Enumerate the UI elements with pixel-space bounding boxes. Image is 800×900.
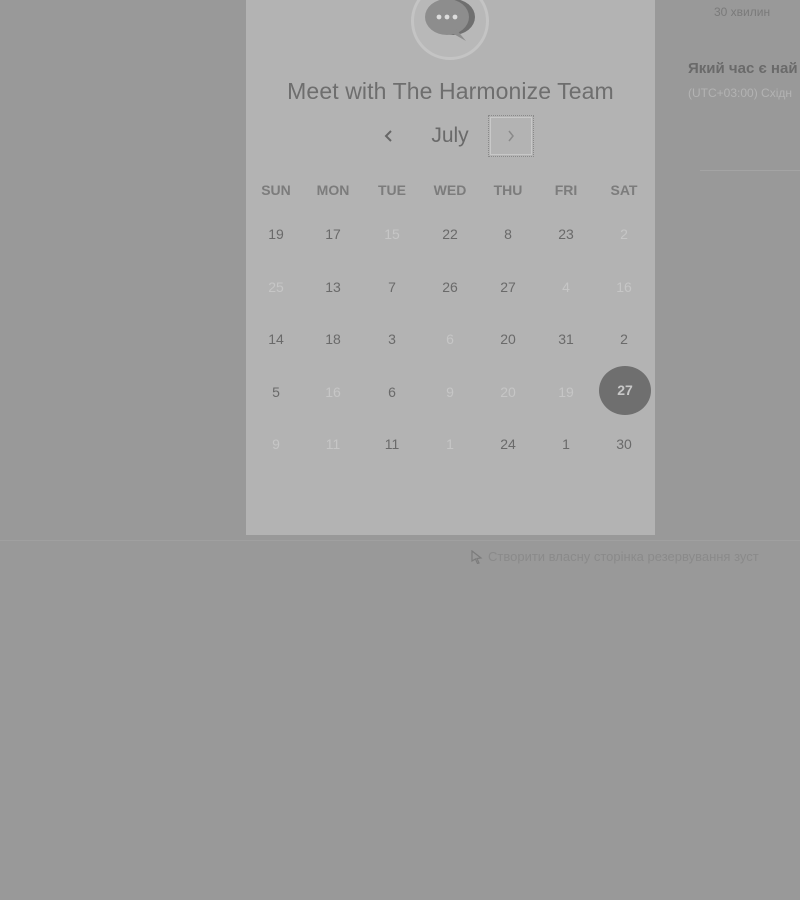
calendar-day[interactable]: 3 — [367, 317, 417, 369]
calendar-day: 25 — [268, 278, 284, 295]
chevron-left-icon — [384, 130, 392, 142]
calendar-day[interactable]: 20 — [483, 317, 533, 369]
calendar-day[interactable]: 11 — [367, 422, 417, 474]
calendar-day[interactable]: 23 — [541, 212, 591, 264]
calendar-day[interactable]: 6 — [367, 370, 417, 422]
calendar-day[interactable]: 27 — [483, 265, 533, 317]
sidebar-divider — [700, 170, 800, 171]
calendar-day: 9 — [272, 436, 280, 452]
weekday-label: THU — [493, 182, 523, 198]
calendar-day: 1 — [446, 436, 454, 452]
calendar-weeks: 19 17 15 22 8 23 2 25 13 7 26 27 4 16 14 18 3 6 20 31 2 5 16 6 9… — [246, 212, 655, 475]
calendar-day[interactable]: 5 — [251, 370, 301, 422]
calendar-week: 9 11 11 1 24 1 30 — [246, 422, 655, 475]
booking-title: Meet with The Harmonize Team — [287, 78, 614, 104]
calendar-day[interactable]: 17 — [308, 212, 358, 264]
month-navigation: July — [246, 115, 655, 159]
weekday-label: SUN — [261, 182, 291, 198]
weekday-label: SAT — [610, 182, 638, 198]
calendar-day: 16 — [616, 278, 632, 295]
calendar-day[interactable]: 8 — [483, 212, 533, 264]
calendar-day: 15 — [384, 226, 400, 242]
pointer-icon — [471, 549, 483, 564]
next-month-button[interactable] — [488, 115, 534, 157]
previous-month-button[interactable] — [376, 123, 402, 149]
calendar-day[interactable]: 19 — [251, 212, 301, 264]
calendar-day: 4 — [562, 278, 570, 295]
chat-bubbles-icon — [425, 0, 475, 41]
calendar-day[interactable]: 31 — [541, 317, 591, 369]
calendar-week: 5 16 6 9 20 19 27 — [246, 365, 655, 423]
calendar-day: 20 — [500, 383, 516, 400]
calendar-day: 6 — [446, 331, 454, 347]
calendar-day[interactable]: 14 — [251, 317, 301, 369]
chevron-right-icon — [508, 130, 514, 142]
meeting-duration: 30 хвилин — [714, 5, 771, 19]
create-booking-page-link[interactable]: Створити власну сторінка резервування зу… — [470, 549, 759, 564]
calendar-day[interactable]: 26 — [425, 265, 475, 317]
month-label: July — [431, 124, 469, 147]
timezone-selector[interactable]: (UTC+03:00) Східн — [688, 86, 792, 100]
calendar-day: 16 — [325, 383, 341, 400]
calendar-day: 2 — [620, 226, 628, 242]
weekday-label: WED — [433, 182, 467, 198]
calendar-week: 14 18 3 6 20 31 2 — [246, 317, 655, 370]
weekday-header: SUN MON TUE WED THU FRI SAT — [246, 176, 655, 204]
calendar-day[interactable]: 13 — [308, 265, 358, 317]
calendar-day[interactable]: 22 — [425, 212, 475, 264]
calendar-grid: SUN MON TUE WED THU FRI SAT 19 17 15 22 8 23 2 25 13 7 2… — [246, 176, 655, 475]
calendar-week: 19 17 15 22 8 23 2 — [246, 212, 655, 265]
weekday-label: TUE — [378, 182, 406, 198]
selected-day-number: 27 — [599, 365, 651, 415]
create-booking-page-text: Створити власну сторінка резервування зу… — [488, 549, 759, 564]
calendar-day[interactable]: 2 — [599, 317, 649, 369]
page: Meet with The Harmonize Team July SUN MON… — [0, 0, 800, 900]
weekday-label: FRI — [554, 182, 578, 198]
calendar-day[interactable]: 18 — [308, 317, 358, 369]
calendar-day[interactable]: 24 — [483, 422, 533, 474]
calendar-day: 19 — [558, 383, 574, 400]
time-question-heading: Який час є най — [688, 60, 798, 77]
weekday-label: MON — [316, 182, 350, 198]
calendar-day: 11 — [325, 436, 341, 452]
calendar-day[interactable]: 7 — [367, 265, 417, 317]
calendar-day: 9 — [446, 383, 454, 400]
calendar-day[interactable]: 1 — [541, 422, 591, 474]
calendar-day-selected[interactable]: 27 — [599, 365, 651, 422]
footer-divider — [0, 540, 800, 541]
calendar-week: 25 13 7 26 27 4 16 — [246, 265, 655, 318]
calendar-day[interactable]: 30 — [599, 422, 649, 474]
